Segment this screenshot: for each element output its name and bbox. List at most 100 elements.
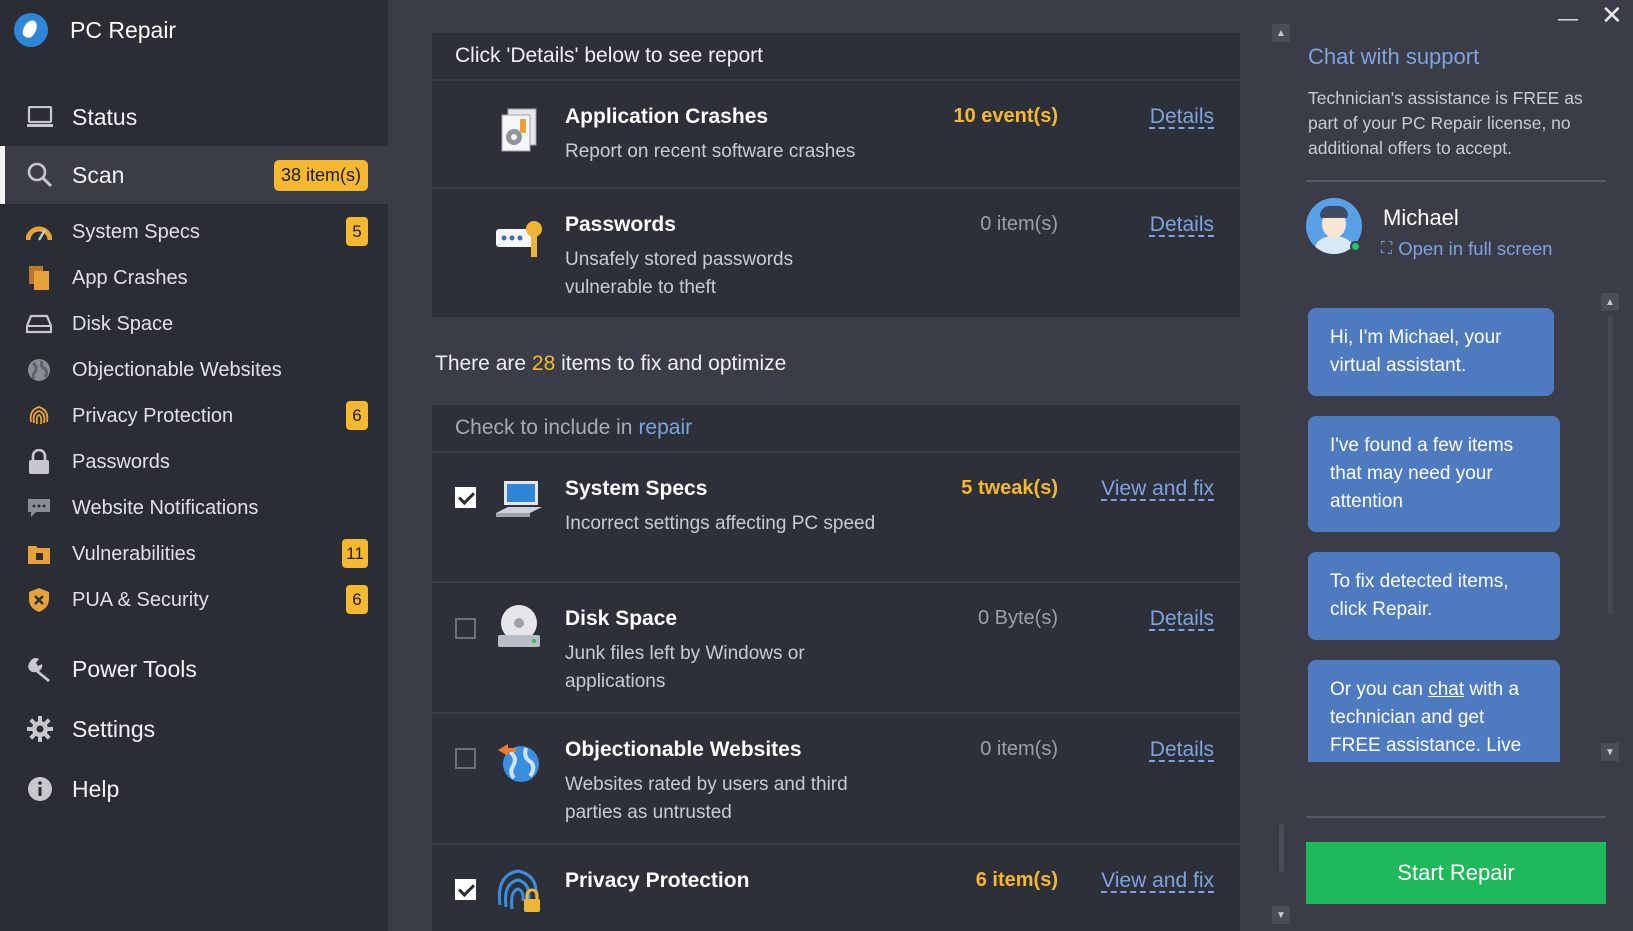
- disk-space-checkbox[interactable]: [455, 618, 476, 639]
- scroll-up-icon[interactable]: ▲: [1272, 24, 1290, 42]
- open-full-screen-label: Open in full screen: [1398, 238, 1553, 259]
- repair-row-objectionable-websites: Objectionable Websites Websites rated by…: [432, 714, 1240, 845]
- main-scrollbar[interactable]: ▲ ▼: [1272, 24, 1290, 931]
- report-row-app-crashes: Application Crashes Report on recent sof…: [432, 81, 1240, 189]
- repair-row-disk-space: Disk Space Junk files left by Windows or…: [432, 583, 1240, 714]
- nav-website-notifications[interactable]: Website Notifications: [0, 485, 388, 531]
- monitor-icon: [26, 103, 54, 131]
- scroll-down-icon[interactable]: ▼: [1272, 906, 1290, 924]
- chat-scrollbar-thumb[interactable]: [1608, 315, 1613, 615]
- close-icon[interactable]: ✕: [1601, 2, 1623, 28]
- expand-icon: ⛶: [1381, 240, 1393, 257]
- nav-vulnerabilities[interactable]: Vulnerabilities 11: [0, 531, 388, 577]
- app-crashes-count: 10 event(s): [953, 105, 1059, 127]
- repair-header-accent: repair: [638, 416, 693, 439]
- chat-scroll-up-icon[interactable]: ▲: [1601, 293, 1619, 311]
- objectionable-websites-title: Objectionable Websites: [565, 738, 802, 761]
- nav-privacy-protection[interactable]: Privacy Protection 6: [0, 393, 388, 439]
- nav-system-specs[interactable]: System Specs 5: [0, 209, 388, 255]
- nav-power-tools-label: Power Tools: [72, 655, 197, 682]
- fix-summary-count: 28: [531, 352, 556, 375]
- start-repair-button[interactable]: Start Repair: [1306, 842, 1606, 904]
- passwords-details-link[interactable]: Details: [1150, 213, 1214, 237]
- chat-bottom-divider: [1306, 816, 1606, 818]
- nav-status[interactable]: Status: [0, 88, 388, 146]
- chat-message: To fix detected items, click Repair.: [1308, 552, 1560, 640]
- app-crashes-title: Application Crashes: [565, 105, 769, 128]
- nav-settings-label: Settings: [72, 715, 156, 742]
- nav-disk-space[interactable]: Disk Space: [0, 301, 388, 347]
- chat-bubble-icon: [26, 495, 52, 521]
- chat-scrollbar[interactable]: ▲ ▼: [1601, 293, 1619, 763]
- repair-row-system-specs: System Specs Incorrect settings affectin…: [432, 453, 1240, 583]
- privacy-protection-count: 6 item(s): [975, 869, 1058, 891]
- passwords-key-icon: [494, 215, 544, 265]
- objectionable-websites-desc: Websites rated by users and third partie…: [565, 774, 848, 823]
- passwords-title: Passwords: [565, 213, 676, 236]
- chat-title: Chat with support: [1308, 44, 1480, 69]
- sidebar: PC Repair Status Scan 38 item(s) System …: [0, 0, 388, 931]
- objectionable-websites-count: 0 item(s): [980, 738, 1058, 760]
- app-crashes-desc: Report on recent software crashes: [565, 141, 856, 162]
- agent-name: Michael: [1383, 205, 1459, 230]
- nav-help-label: Help: [72, 775, 120, 802]
- chat-divider: [1306, 180, 1606, 182]
- system-specs-badge: 5: [346, 217, 368, 246]
- passwords-count: 0 item(s): [980, 213, 1058, 235]
- system-specs-checkbox[interactable]: [455, 487, 476, 508]
- globe-icon: [26, 357, 52, 383]
- disk-space-count: 0 Byte(s): [977, 607, 1058, 629]
- chat-scroll-down-icon[interactable]: ▼: [1601, 743, 1619, 761]
- fix-summary-prefix: There are: [435, 352, 527, 375]
- nav-website-notifications-label: Website Notifications: [72, 496, 259, 519]
- nav-settings[interactable]: Settings: [0, 700, 388, 758]
- objectionable-websites-details-link[interactable]: Details: [1150, 738, 1214, 762]
- privacy-protection-title: Privacy Protection: [565, 869, 750, 892]
- report-panel: Click 'Details' below to see report Appl…: [432, 33, 1240, 319]
- speedometer-icon: [26, 219, 52, 245]
- repair-header: Check to include in repair: [432, 405, 1240, 453]
- report-row-passwords: Passwords Unsafely stored passwords vuln…: [432, 189, 1240, 319]
- fix-summary: There are 28 items to fix and optimize: [435, 352, 786, 376]
- disk-space-details-link[interactable]: Details: [1150, 607, 1214, 631]
- nav-power-tools[interactable]: Power Tools: [0, 640, 388, 698]
- nav-disk-space-label: Disk Space: [72, 312, 174, 335]
- system-specs-count: 5 tweak(s): [961, 477, 1058, 499]
- open-full-screen-link[interactable]: ⛶ Open in full screen: [1381, 238, 1552, 260]
- app-title: PC Repair: [70, 16, 177, 43]
- nav-objectionable-websites-label: Objectionable Websites: [72, 358, 282, 381]
- nav-scan[interactable]: Scan 38 item(s): [0, 146, 388, 204]
- nav-objectionable-websites[interactable]: Objectionable Websites: [0, 347, 388, 393]
- nav-system-specs-label: System Specs: [72, 220, 200, 243]
- objectionable-websites-checkbox[interactable]: [455, 748, 476, 769]
- nav-pua-security[interactable]: PUA & Security 6: [0, 577, 388, 623]
- minimize-icon[interactable]: —: [1558, 8, 1580, 30]
- nav-app-crashes[interactable]: App Crashes: [0, 255, 388, 301]
- chat-note: Technician's assistance is FREE as part …: [1308, 88, 1583, 158]
- app-logo-icon: [14, 13, 48, 47]
- magnifier-icon: [26, 161, 54, 189]
- drive-icon: [26, 311, 52, 337]
- folder-lock-icon: [26, 541, 52, 567]
- file-icon: [26, 265, 52, 291]
- main-scrollbar-thumb[interactable]: [1279, 824, 1284, 872]
- pua-security-badge: 6: [346, 585, 368, 614]
- privacy-protection-checkbox[interactable]: [455, 879, 476, 900]
- system-specs-view-fix-link[interactable]: View and fix: [1101, 477, 1214, 501]
- chat-message: Hi, I'm Michael, your virtual assistant.: [1308, 308, 1554, 396]
- vulnerabilities-badge: 11: [342, 539, 368, 568]
- chat-link[interactable]: chat: [1428, 679, 1464, 700]
- shield-icon: [26, 587, 52, 613]
- nav-passwords[interactable]: Passwords: [0, 439, 388, 485]
- nav-passwords-label: Passwords: [72, 450, 170, 473]
- app-crashes-details-link[interactable]: Details: [1150, 105, 1214, 129]
- privacy-protection-view-fix-link[interactable]: View and fix: [1101, 869, 1214, 893]
- repair-panel: Check to include in repair System Specs …: [432, 405, 1240, 931]
- gear-icon: [26, 715, 54, 743]
- nav-vulnerabilities-label: Vulnerabilities: [72, 542, 196, 565]
- lock-icon: [26, 449, 52, 475]
- scan-count-badge: 38 item(s): [273, 160, 368, 191]
- nav-help[interactable]: Help: [0, 760, 388, 818]
- nav-status-label: Status: [72, 103, 138, 130]
- chat-message-before: Or you can: [1330, 679, 1423, 700]
